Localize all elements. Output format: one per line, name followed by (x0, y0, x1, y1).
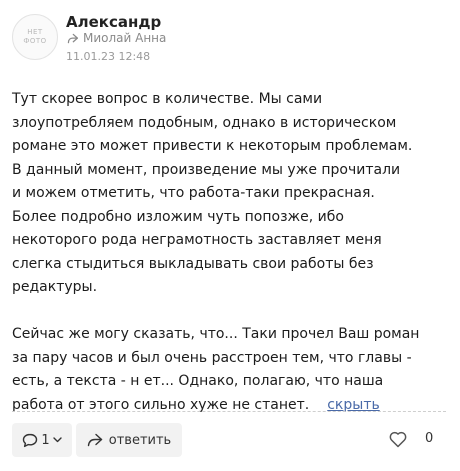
chevron-down-icon (52, 437, 62, 443)
heart-icon[interactable] (389, 431, 407, 448)
reply-label: ответить (108, 432, 172, 448)
likes-count: 0 (425, 431, 434, 446)
share-arrow-icon (87, 433, 102, 447)
comments-count: 1 (41, 432, 50, 448)
comment-body: Тут скорее вопрос в количестве. Мы сами … (12, 88, 454, 417)
comment-paragraph-1: Тут скорее вопрос в количестве. Мы сами … (12, 91, 413, 295)
avatar-placeholder-line2: ФОТО (23, 37, 47, 45)
avatar-placeholder-line1: НЕТ (27, 28, 43, 36)
divider (12, 411, 446, 412)
reply-to: Миолай Анна (66, 31, 166, 45)
avatar[interactable]: НЕТ ФОТО (12, 14, 58, 60)
post-date: 11.01.23 12:48 (66, 50, 151, 63)
comment-paragraph-2: Сейчас же могу сказать, что... Таки проч… (12, 323, 454, 417)
reply-arrow-icon (67, 33, 79, 43)
reply-button[interactable]: ответить (76, 423, 182, 457)
comments-button[interactable]: 1 (12, 423, 72, 457)
author-name[interactable]: Александр (66, 13, 161, 31)
speech-bubble-icon (23, 433, 38, 447)
reply-to-name[interactable]: Миолай Анна (83, 31, 166, 45)
